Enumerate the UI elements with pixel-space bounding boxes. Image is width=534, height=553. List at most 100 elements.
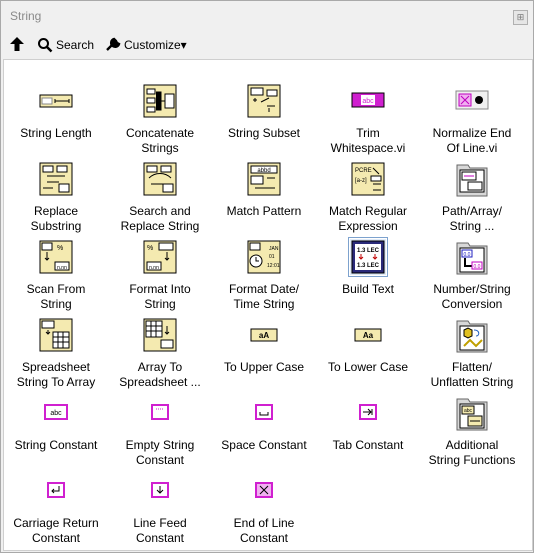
palette-item-additional-string-functions[interactable]: abc Additional String Functions <box>420 392 524 470</box>
title-bar: String ⊞ <box>1 1 533 31</box>
palette-item-empty-string-constant[interactable]: Empty String Constant <box>108 392 212 470</box>
palette-item-normalize-end-of-line[interactable]: Normalize End Of Line.vi <box>420 80 524 158</box>
item-label: Replace Substring <box>30 204 82 233</box>
svg-text:n.nn: n.nn <box>57 265 67 271</box>
svg-text:0.0: 0.0 <box>464 252 471 258</box>
svg-text:aA: aA <box>259 331 269 340</box>
palette-item-string-length[interactable]: String Length <box>4 80 108 158</box>
item-label: String Length <box>20 126 92 140</box>
palette-item-tab-constant[interactable]: Tab Constant <box>316 392 420 470</box>
item-label: Tab Constant <box>332 438 404 452</box>
palette-item-concatenate-strings[interactable]: Concatenate Strings <box>108 80 212 158</box>
empty-string-icon <box>151 404 169 420</box>
line-feed-icon <box>151 482 169 498</box>
palette-item-string-constant[interactable]: abc String Constant <box>4 392 108 470</box>
format-into-string-icon: % n.nn <box>143 240 177 274</box>
palette-item-format-date-time[interactable]: JAN 01 12:01 Format Date/ Time String <box>212 236 316 314</box>
search-label: Search <box>56 38 95 52</box>
pin-icon[interactable]: ⊞ <box>513 10 528 25</box>
item-label: To Lower Case <box>327 360 409 374</box>
additional-functions-folder-icon: abc <box>456 398 488 431</box>
customize-label: Customize▾ <box>124 38 187 52</box>
item-label: Scan From String <box>26 282 86 311</box>
palette-item-end-of-line-constant[interactable]: End of Line Constant <box>212 470 316 548</box>
svg-text:JAN: JAN <box>269 246 279 252</box>
palette-item-match-regular-expression[interactable]: PCRE [a-z] Match Regular Expression <box>316 158 420 236</box>
array-to-spreadsheet-icon <box>143 318 177 352</box>
palette-item-replace-substring[interactable]: Replace Substring <box>4 158 108 236</box>
carriage-return-icon <box>47 482 65 498</box>
palette-item-carriage-return-constant[interactable]: Carriage Return Constant <box>4 470 108 548</box>
wrench-icon <box>106 37 121 51</box>
string-constant-icon: abc <box>44 404 68 420</box>
format-date-time-icon: JAN 01 12:01 <box>247 240 281 274</box>
item-label: Line Feed Constant <box>133 516 187 545</box>
item-label: Space Constant <box>221 438 307 452</box>
end-of-line-icon <box>255 482 273 498</box>
item-label: Carriage Return Constant <box>13 516 99 545</box>
scan-from-string-icon: % n.nn <box>39 240 73 274</box>
palette-item-build-text[interactable]: 1.3 LEC 1.3 LEC Build Text <box>316 236 420 314</box>
item-label: Match Regular Expression <box>328 204 408 233</box>
palette-item-trim-whitespace[interactable]: abc Trim Whitespace.vi <box>316 80 420 158</box>
string-length-icon <box>39 94 73 108</box>
item-label: End of Line Constant <box>233 516 295 545</box>
palette-item-search-replace-string[interactable]: Search and Replace String <box>108 158 212 236</box>
item-label: Additional String Functions <box>428 438 516 467</box>
palette-item-array-to-spreadsheet[interactable]: Array To Spreadsheet ... <box>108 314 212 392</box>
match-pattern-icon: abbd <box>247 162 281 196</box>
svg-text:0.0: 0.0 <box>474 264 481 270</box>
item-label: String Subset <box>227 126 301 140</box>
item-label: Spreadsheet String To Array <box>16 360 96 389</box>
space-constant-icon <box>255 404 273 420</box>
svg-text:[a-z]: [a-z] <box>355 178 367 184</box>
item-label: String Constant <box>14 438 98 452</box>
item-label: Flatten/ Unflatten String <box>430 360 514 389</box>
item-label: Format Into String <box>129 282 191 311</box>
palette-item-to-lower-case[interactable]: Aa To Lower Case <box>316 314 420 392</box>
palette-item-flatten-unflatten-string[interactable]: Flatten/ Unflatten String <box>420 314 524 392</box>
item-label: Search and Replace String <box>120 204 200 233</box>
flatten-unflatten-icon <box>456 320 488 353</box>
svg-text:%: % <box>147 245 153 252</box>
string-subset-icon <box>247 84 281 118</box>
item-label: Normalize End Of Line.vi <box>432 126 512 155</box>
search-button[interactable]: Search <box>37 34 94 56</box>
palette-item-match-pattern[interactable]: abbd Match Pattern <box>212 158 316 236</box>
palette-item-to-upper-case[interactable]: aA To Upper Case <box>212 314 316 392</box>
customize-button[interactable]: Customize▾ <box>105 34 187 56</box>
palette-item-space-constant[interactable]: Space Constant <box>212 392 316 470</box>
to-lower-case-icon: Aa <box>354 328 382 342</box>
up-button[interactable] <box>7 34 27 54</box>
replace-substring-icon <box>39 162 73 196</box>
palette-item-string-subset[interactable]: String Subset <box>212 80 316 158</box>
search-icon <box>38 38 53 53</box>
palette-item-spreadsheet-string-to-array[interactable]: Spreadsheet String To Array <box>4 314 108 392</box>
path-array-string-icon <box>456 164 488 197</box>
svg-text:abc: abc <box>362 98 374 105</box>
search-replace-string-icon <box>143 162 177 196</box>
palette-item-line-feed-constant[interactable]: Line Feed Constant <box>108 470 212 548</box>
svg-text:1.3 LEC: 1.3 LEC <box>357 263 380 269</box>
item-label: Array To Spreadsheet ... <box>119 360 201 389</box>
function-palette: String Length Concatenate Strings String… <box>3 59 533 551</box>
svg-text:1.3 LEC: 1.3 LEC <box>357 248 380 254</box>
palette-item-path-array-string[interactable]: Path/Array/ String ... <box>420 158 524 236</box>
svg-text:%: % <box>57 245 63 252</box>
svg-text:abc: abc <box>464 408 473 414</box>
item-label: Trim Whitespace.vi <box>330 126 406 155</box>
build-text-icon: 1.3 LEC 1.3 LEC <box>348 237 388 277</box>
item-label: Empty String Constant <box>125 438 195 467</box>
palette-item-scan-from-string[interactable]: % n.nn Scan From String <box>4 236 108 314</box>
window-title: String <box>10 9 42 23</box>
item-label: Build Text <box>342 282 394 296</box>
palette-item-number-string-conversion[interactable]: 0.0 0.0 Number/String Conversion <box>420 236 524 314</box>
toolbar: Search Customize▾ <box>1 31 533 59</box>
palette-item-format-into-string[interactable]: % n.nn Format Into String <box>108 236 212 314</box>
regex-icon: PCRE [a-z] <box>351 162 385 196</box>
svg-text:abbd: abbd <box>257 168 270 174</box>
item-label: Format Date/ Time String <box>228 282 300 311</box>
number-string-conversion-icon: 0.0 0.0 <box>456 242 488 275</box>
svg-text:n.nn: n.nn <box>149 265 159 271</box>
arrow-up-icon <box>10 37 24 51</box>
